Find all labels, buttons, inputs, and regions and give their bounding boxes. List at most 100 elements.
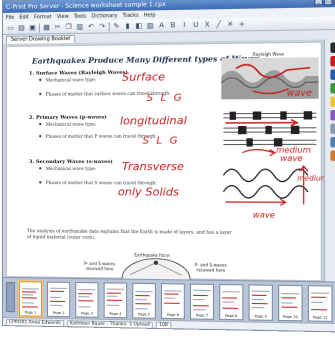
ink-palette <box>323 39 335 282</box>
redo-icon[interactable]: ↷ <box>98 22 107 31</box>
thumbnail-line <box>106 288 125 290</box>
underline-icon[interactable]: U <box>191 20 200 29</box>
thumbnail-line <box>106 295 118 297</box>
highlighter-yellow-icon[interactable] <box>329 96 335 107</box>
thumbnail-line <box>164 297 176 299</box>
status-user: CPRO01 Anne Edwards <box>5 319 64 328</box>
undo-icon[interactable]: ↶ <box>86 22 95 31</box>
page-thumbnail[interactable]: Page 5 <box>132 282 156 319</box>
handwritten-answer: Surface <box>122 70 166 84</box>
thumbnail-label: Page 6 <box>166 312 180 318</box>
thumbnail-line <box>21 302 34 304</box>
thumbnail-line <box>193 298 205 301</box>
print-icon[interactable]: ▦ <box>42 23 51 32</box>
menu-format[interactable]: Format <box>34 14 52 20</box>
document-canvas[interactable]: Earthquakes Produce Many Different types… <box>2 39 328 282</box>
page-thumbnail[interactable]: Page 10 <box>278 284 303 322</box>
thumbnail-line <box>135 290 153 293</box>
handwritten-answer: S L G <box>142 135 180 147</box>
black-pen-icon[interactable] <box>329 42 335 53</box>
menu-dictionary[interactable]: Dictionary <box>91 12 117 19</box>
handwritten-answer: longitudinal <box>119 113 187 128</box>
italic-icon[interactable]: I <box>180 20 189 29</box>
menu-tools[interactable]: Tools <box>74 13 86 19</box>
highlighter-icon[interactable]: ▮ <box>123 21 132 30</box>
pen-icon[interactable]: ✎ <box>112 22 121 31</box>
page-thumbnail[interactable]: Page 6 <box>161 283 185 320</box>
eraser-tool-icon[interactable] <box>329 123 335 134</box>
handwritten-answer: Transverse <box>122 159 184 174</box>
new-icon[interactable]: ▭ <box>6 23 15 32</box>
thumbnail-line <box>311 301 323 304</box>
thumbnail-line <box>193 309 206 311</box>
menu-view[interactable]: View <box>57 13 69 19</box>
thumbnail-line <box>311 309 328 311</box>
minimize-button[interactable]: _ <box>314 0 323 5</box>
menu-help[interactable]: Help <box>144 12 156 18</box>
thumbnail-line <box>251 298 264 301</box>
menu-edit[interactable]: Edit <box>19 14 29 20</box>
line-icon[interactable]: ╱ <box>214 20 223 29</box>
plus-icon[interactable]: + <box>237 20 246 29</box>
thumbnail-line <box>106 304 119 306</box>
thumbnail-line <box>193 289 211 292</box>
thumbnail-line <box>164 302 180 304</box>
maximize-button[interactable]: □ <box>323 0 333 5</box>
thumbnail-label: Page 11 <box>312 315 328 320</box>
blue-pen-icon[interactable] <box>329 69 335 80</box>
app-window: C-Print Pro Server - Science worksheet s… <box>2 0 335 333</box>
page-thumbnail[interactable]: Page 4 <box>103 282 128 319</box>
shape-tool-icon[interactable] <box>329 150 335 161</box>
thumbnail-line <box>21 294 33 296</box>
margin-note: medium <box>276 145 312 155</box>
thumbnail-line <box>281 293 300 295</box>
save-icon[interactable]: ▣ <box>28 23 37 32</box>
thumbnail-line <box>50 296 62 298</box>
green-pen-icon[interactable] <box>329 82 335 94</box>
thumbnail-line <box>21 288 39 290</box>
bullet-text: Phases of matter that P waves can travel… <box>39 134 157 139</box>
thumbnail-line <box>251 307 265 309</box>
purple-pen-icon[interactable] <box>329 109 335 121</box>
image-icon[interactable]: ▨ <box>146 21 155 30</box>
eraser-icon[interactable]: ◧ <box>134 21 143 30</box>
status-count: 108 <box>155 321 172 330</box>
worksheet-page[interactable]: Earthquakes Produce Many Different types… <box>5 41 328 282</box>
section-heading: 3. Secondary Waves (s-waves) <box>28 158 113 166</box>
secondary-wave-image <box>221 163 318 209</box>
bold-icon[interactable]: B <box>168 21 177 30</box>
page-thumbnail[interactable]: Page 8 <box>219 283 244 321</box>
cut-icon[interactable]: ✂ <box>53 23 62 32</box>
body-paragraph: The analysis of earthquake data explains… <box>26 229 232 241</box>
page-thumbnail[interactable]: Page 3 <box>75 282 99 318</box>
copy-icon[interactable]: ❐ <box>64 22 73 31</box>
page-thumbnail[interactable]: Page 7 <box>190 283 214 320</box>
paste-icon[interactable]: ▥ <box>75 22 84 31</box>
menu-tracks[interactable]: Tracks <box>123 12 139 18</box>
handwritten-answer: only Solids <box>117 185 179 199</box>
select-tool-icon[interactable] <box>329 137 335 148</box>
thumbnail-label: Page 2 <box>52 310 65 316</box>
thumbnail-label: Page 10 <box>282 314 298 320</box>
page-thumbnail[interactable]: Page 9 <box>248 284 273 321</box>
menu-file[interactable]: File <box>6 14 14 20</box>
thumbnail-label: Page 7 <box>195 313 209 318</box>
red-pen-icon[interactable] <box>329 55 335 67</box>
thumbnail-line <box>106 299 123 301</box>
open-icon[interactable]: ▤ <box>17 23 26 32</box>
thumbnail-line <box>135 295 150 297</box>
arrow-icon[interactable]: ✕ <box>225 20 234 29</box>
thumbnail-line <box>135 303 151 305</box>
page-thumbnail[interactable]: Page 11 <box>307 285 333 322</box>
earth-diagram <box>120 256 192 279</box>
thumbnail-line <box>193 305 209 307</box>
strikethrough-icon[interactable]: X <box>203 20 212 29</box>
thumbnail-line <box>106 292 121 294</box>
page-thumbnail[interactable]: Page 1 <box>18 281 42 317</box>
filmstrip-toggle[interactable] <box>5 282 15 313</box>
text-icon[interactable]: A <box>157 21 166 30</box>
page-thumbnail[interactable]: Page 2 <box>46 281 71 318</box>
diagram-label: P- and S-waves received here <box>194 262 227 273</box>
margin-note: wave <box>280 153 303 163</box>
handwritten-answer: S L G <box>146 92 184 105</box>
